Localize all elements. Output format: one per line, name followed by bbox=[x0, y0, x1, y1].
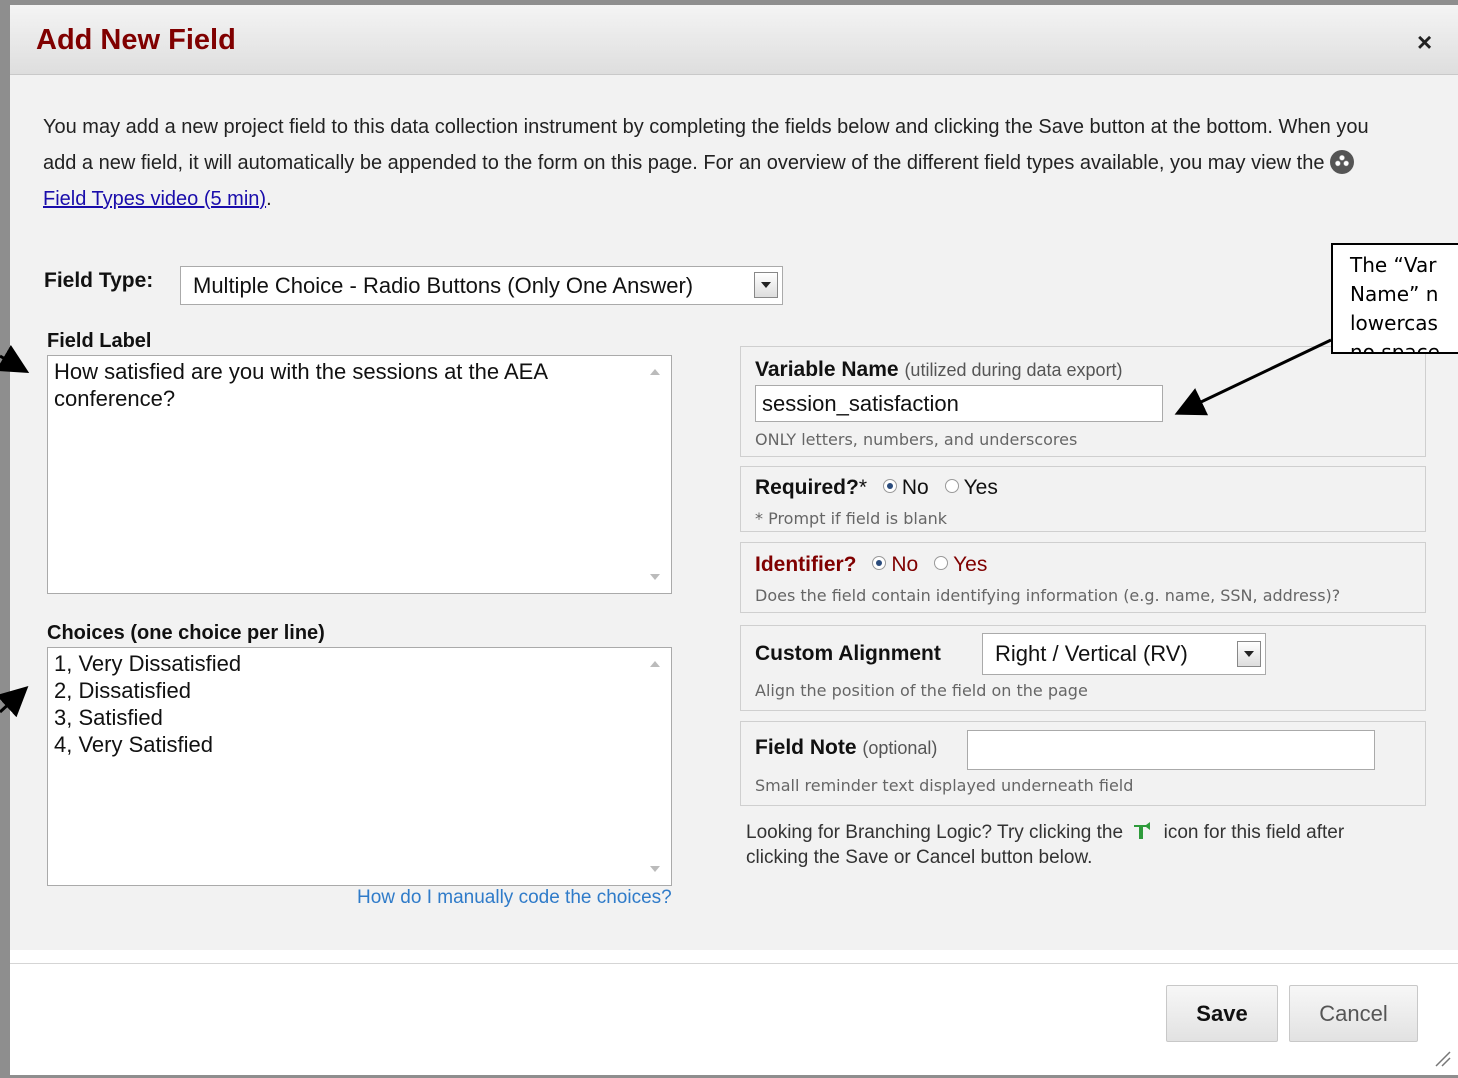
field-note-title: Field Note bbox=[755, 736, 857, 759]
dialog-title: Add New Field bbox=[36, 24, 236, 56]
required-note: * Prompt if field is blank bbox=[755, 509, 948, 528]
alignment-note: Align the position of the field on the p… bbox=[755, 681, 1088, 700]
save-button[interactable]: Save bbox=[1166, 985, 1278, 1042]
required-asterisk: * bbox=[858, 476, 868, 499]
variable-name-title: Variable Name bbox=[755, 358, 899, 381]
field-note-note: Small reminder text displayed underneath… bbox=[755, 776, 1134, 795]
field-type-label: Field Type: bbox=[44, 269, 154, 292]
identifier-no-label[interactable]: No bbox=[891, 553, 918, 576]
footer-divider bbox=[10, 963, 1458, 964]
chevron-down-icon[interactable] bbox=[754, 272, 778, 298]
identifier-label: Identifier? bbox=[755, 553, 857, 576]
chevron-down-icon[interactable] bbox=[1237, 641, 1261, 667]
identifier-yes-label[interactable]: Yes bbox=[953, 553, 987, 576]
required-no-radio[interactable] bbox=[882, 479, 897, 493]
required-no-label[interactable]: No bbox=[902, 476, 929, 499]
required-yes-radio[interactable] bbox=[944, 479, 959, 493]
close-icon[interactable]: × bbox=[1417, 29, 1432, 55]
field-types-video-link[interactable]: Field Types video (5 min) bbox=[43, 188, 266, 210]
identifier-no-radio[interactable] bbox=[872, 556, 887, 570]
identifier-note: Does the field contain identifying infor… bbox=[755, 586, 1341, 605]
variable-name-note: ONLY letters, numbers, and underscores bbox=[755, 430, 1078, 449]
resize-grip-icon[interactable] bbox=[1432, 1048, 1452, 1068]
dialog-titlebar[interactable]: Add New Field × bbox=[10, 5, 1458, 75]
cancel-button[interactable]: Cancel bbox=[1289, 985, 1418, 1042]
identifier-row: Identifier? No Yes bbox=[755, 553, 987, 577]
intro-period: . bbox=[266, 188, 272, 210]
required-row: Required?* No Yes bbox=[755, 476, 998, 500]
variable-name-label: Variable Name (utilized during data expo… bbox=[755, 358, 1123, 382]
field-label-textarea[interactable]: How satisfied are you with the sessions … bbox=[47, 355, 672, 594]
field-note-sublabel: (optional) bbox=[862, 738, 938, 758]
alignment-select[interactable]: Right / Vertical (RV) bbox=[982, 633, 1266, 675]
identifier-yes-radio[interactable] bbox=[934, 556, 949, 570]
intro-text: You may add a new project field to this … bbox=[43, 109, 1383, 217]
field-note-label: Field Note (optional) bbox=[755, 736, 937, 760]
required-yes-label[interactable]: Yes bbox=[964, 476, 998, 499]
branching-hint-before: Looking for Branching Logic? Try clickin… bbox=[746, 822, 1124, 843]
choices-label: Choices (one choice per line) bbox=[47, 622, 325, 644]
intro-paragraph: You may add a new project field to this … bbox=[43, 116, 1369, 174]
field-label-label: Field Label bbox=[47, 330, 152, 352]
manual-code-choices-link[interactable]: How do I manually code the choices? bbox=[357, 887, 672, 909]
field-type-value: Multiple Choice - Radio Buttons (Only On… bbox=[193, 272, 694, 298]
annotation-callout: The “Var Name” n lowercas no space bbox=[1331, 243, 1458, 354]
field-note-input[interactable] bbox=[967, 730, 1375, 770]
variable-name-sublabel: (utilized during data export) bbox=[904, 360, 1123, 380]
alignment-value: Right / Vertical (RV) bbox=[995, 641, 1188, 666]
film-reel-icon bbox=[1330, 150, 1355, 174]
choices-textarea[interactable]: 1, Very Dissatisfied 2, Dissatisfied 3, … bbox=[47, 647, 672, 886]
branching-logic-icon bbox=[1134, 822, 1151, 839]
required-label: Required? bbox=[755, 476, 859, 499]
branching-logic-hint: Looking for Branching Logic? Try clickin… bbox=[746, 820, 1386, 870]
alignment-label: Custom Alignment bbox=[755, 642, 941, 665]
field-type-select[interactable]: Multiple Choice - Radio Buttons (Only On… bbox=[180, 266, 783, 305]
variable-name-input[interactable]: session_satisfaction bbox=[755, 385, 1163, 422]
